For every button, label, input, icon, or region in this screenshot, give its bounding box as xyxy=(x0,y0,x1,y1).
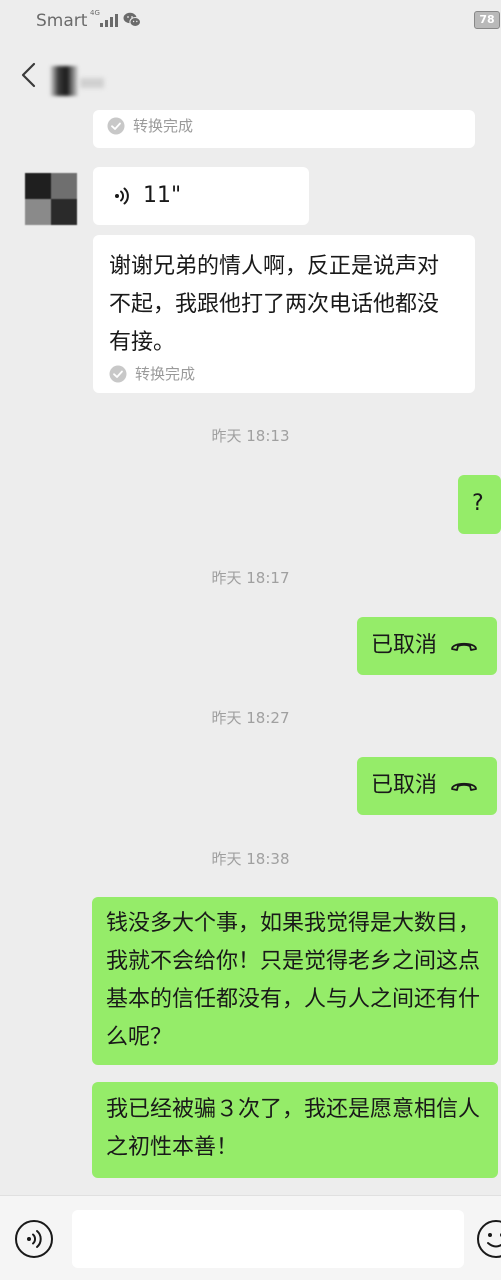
message-text: 钱没多大个事，如果我觉得是大数目，我就不会给你！只是觉得老乡之间这点基本的信任都… xyxy=(106,911,481,1050)
call-status: 已取消 xyxy=(371,773,438,798)
outgoing-message[interactable]: 我已经被骗３次了，我还是愿意相信人之初性本善！ xyxy=(92,1082,498,1178)
check-circle-icon xyxy=(107,117,125,135)
message-timestamp: 昨天 18:13 xyxy=(211,427,290,445)
outgoing-message[interactable]: ? xyxy=(458,475,501,534)
conversion-status: 转换完成 xyxy=(135,365,196,383)
message-text: 我已经被骗３次了，我还是愿意相信人之初性本善！ xyxy=(106,1097,481,1160)
outgoing-message[interactable]: 钱没多大个事，如果我觉得是大数目，我就不会给你！只是觉得老乡之间这点基本的信任都… xyxy=(92,897,498,1065)
emoji-icon[interactable] xyxy=(476,1219,501,1259)
voice-duration: 11" xyxy=(143,183,182,208)
transcription-text: 谢谢兄弟的情人啊，反正是说声对不起，我跟他打了两次电话他都没有接。 xyxy=(109,254,440,355)
hangup-phone-icon xyxy=(451,642,477,651)
chat-message-list[interactable]: 转换完成 11" 谢谢兄弟的情人啊，反正是说声对不起，我跟他打了两次电话他都没有… xyxy=(0,0,501,1195)
incoming-transcription-bubble[interactable]: 转换完成 xyxy=(93,110,475,148)
chat-input-bar xyxy=(0,1195,501,1280)
outgoing-call-record[interactable]: 已取消 xyxy=(357,757,497,815)
message-input[interactable] xyxy=(72,1210,464,1268)
incoming-transcription-bubble[interactable]: 谢谢兄弟的情人啊，反正是说声对不起，我跟他打了两次电话他都没有接。 转换完成 xyxy=(93,235,475,393)
hangup-phone-icon xyxy=(451,782,477,791)
message-timestamp: 昨天 18:38 xyxy=(211,850,290,868)
message-text: ? xyxy=(472,491,484,516)
call-status: 已取消 xyxy=(371,633,438,658)
incoming-voice-message[interactable]: 11" xyxy=(93,167,309,225)
voice-wave-icon xyxy=(115,187,129,205)
message-timestamp: 昨天 18:27 xyxy=(211,709,290,727)
voice-input-icon[interactable] xyxy=(14,1219,54,1259)
message-timestamp: 昨天 18:17 xyxy=(211,569,290,587)
contact-avatar[interactable] xyxy=(25,173,77,225)
conversion-status: 转换完成 xyxy=(133,117,194,135)
outgoing-call-record[interactable]: 已取消 xyxy=(357,617,497,675)
check-circle-icon xyxy=(109,365,127,383)
